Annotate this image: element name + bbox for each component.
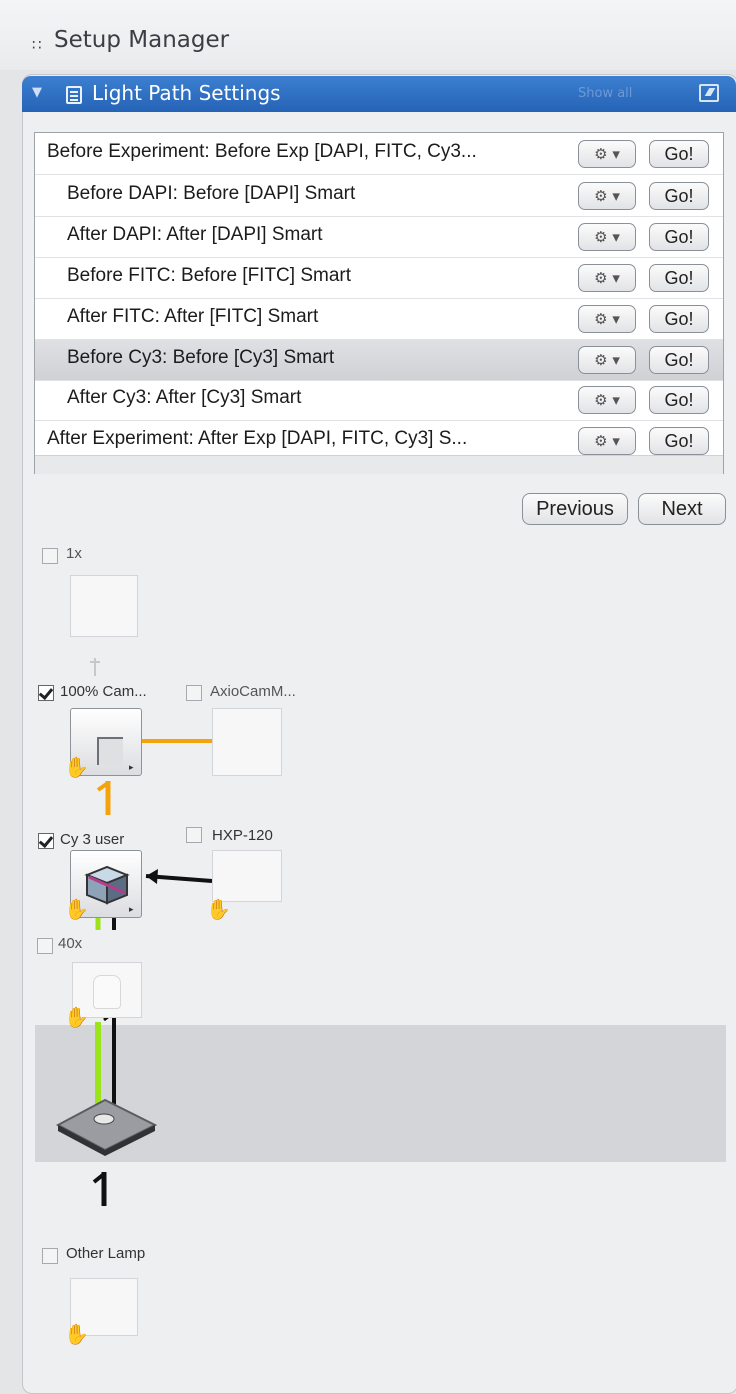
hand-icon-filter: ✋ — [64, 897, 89, 921]
camera-port-icon — [97, 737, 123, 765]
checkbox-40x[interactable] — [37, 938, 53, 954]
checkbox-cy3-user[interactable] — [38, 833, 54, 849]
hand-icon-other-lamp: ✋ — [64, 1322, 89, 1346]
label-hxp-120: HXP-120 — [212, 827, 273, 844]
checkbox-hxp-120[interactable] — [186, 827, 202, 843]
label-40x: 40x — [58, 935, 83, 952]
checkbox-other-lamp[interactable] — [42, 1248, 58, 1264]
hand-icon-lamp: ✋ — [206, 897, 231, 921]
hand-icon-objective: ✋ — [64, 1005, 89, 1029]
objective-icon — [93, 975, 121, 1009]
checkbox-axiocam[interactable] — [186, 685, 202, 701]
label-cy3-user: Cy 3 user — [60, 831, 125, 848]
label-other-lamp: Other Lamp — [66, 1245, 146, 1262]
checkbox-100-cam[interactable] — [38, 685, 54, 701]
hxp-lamp-tile[interactable] — [212, 850, 282, 902]
lamp-path-arrowhead — [146, 869, 158, 884]
tile-expand-icon: ▸ — [129, 905, 134, 915]
checkbox-1x[interactable] — [42, 548, 58, 564]
tube-lens-tile[interactable] — [70, 575, 138, 637]
label-100-cam: 100% Cam... — [60, 683, 147, 700]
hand-icon-camera: ✋ — [64, 755, 89, 779]
axiocam-tile[interactable] — [212, 708, 282, 776]
stage-spot — [93, 1113, 115, 1125]
label-1x: 1x — [66, 545, 82, 562]
label-axiocam: AxioCamM... — [210, 683, 296, 700]
tile-expand-icon: ▸ — [129, 763, 134, 773]
stage-icon — [55, 1098, 158, 1152]
